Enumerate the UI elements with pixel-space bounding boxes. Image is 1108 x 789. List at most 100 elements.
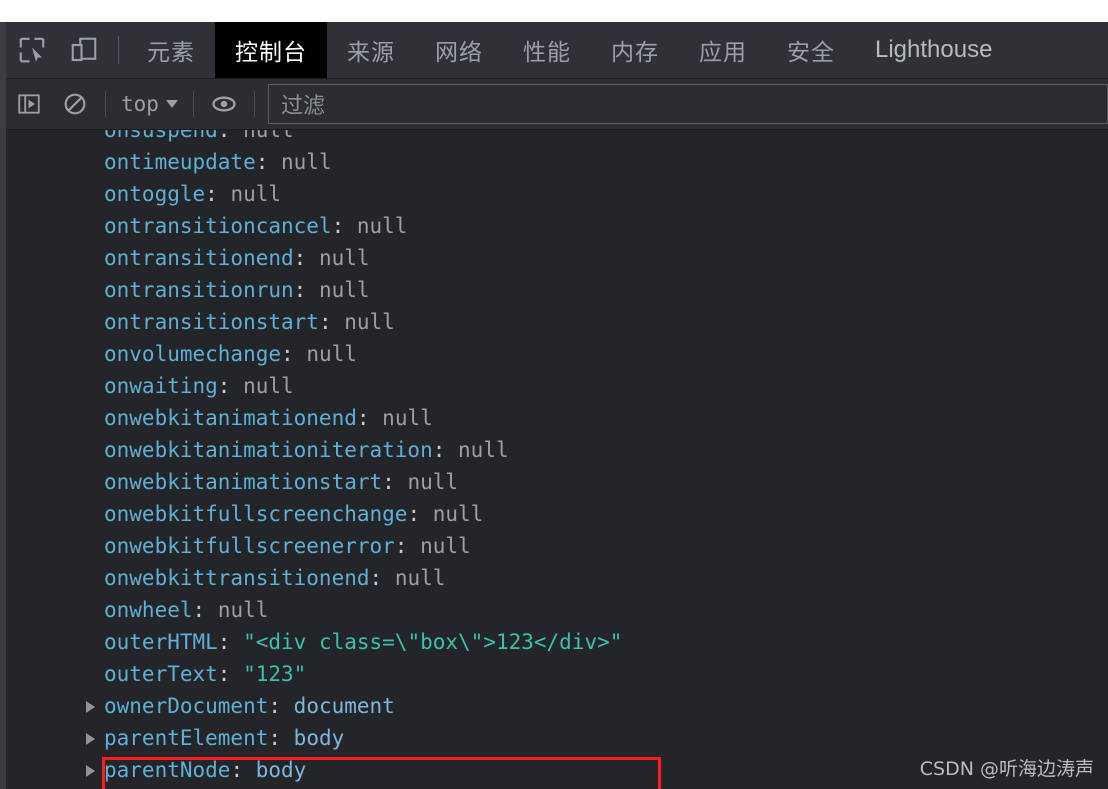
console-filter-placeholder: 过滤 bbox=[280, 94, 325, 119]
console-property-row[interactable]: ontransitionstart: null bbox=[6, 306, 1108, 338]
property-value: body bbox=[293, 726, 345, 750]
property-value: null bbox=[394, 566, 446, 590]
property-key: ontransitionstart bbox=[104, 310, 319, 334]
property-key: ontransitioncancel bbox=[104, 214, 332, 238]
console-toolbar-divider-2 bbox=[192, 91, 194, 117]
live-expression-eye-icon[interactable] bbox=[201, 79, 247, 129]
property-colon: : bbox=[217, 130, 244, 142]
console-property-row[interactable]: onwebkittransitionend: null bbox=[6, 562, 1108, 594]
inspect-element-icon[interactable] bbox=[6, 22, 58, 78]
chevron-down-icon bbox=[165, 100, 178, 108]
property-value: document bbox=[293, 694, 395, 718]
tab-application[interactable]: 应用 bbox=[679, 22, 767, 78]
console-sidebar-icon[interactable] bbox=[6, 79, 52, 129]
property-key: parentNode bbox=[104, 758, 231, 782]
tabbar-divider bbox=[118, 36, 119, 64]
tab-lighthouse[interactable]: Lighthouse bbox=[855, 22, 1012, 78]
property-colon: : bbox=[281, 342, 307, 366]
console-property-row[interactable]: outerHTML: "<div class=\"box\">123</div>… bbox=[6, 626, 1108, 658]
property-value: "<div class=\"box\">123</div>" bbox=[243, 630, 623, 654]
tab-memory[interactable]: 内存 bbox=[591, 22, 679, 78]
device-toolbar-icon[interactable] bbox=[58, 22, 110, 78]
property-value: null bbox=[243, 130, 294, 142]
console-property-row[interactable]: onvolumechange: null bbox=[6, 338, 1108, 370]
property-colon: : bbox=[217, 662, 244, 686]
page-viewport-strip bbox=[0, 0, 1108, 22]
property-value: null bbox=[318, 278, 370, 302]
console-property-row[interactable]: ontimeupdate: null bbox=[6, 146, 1108, 178]
property-key: ontransitionend bbox=[104, 246, 294, 270]
console-property-row[interactable]: parentElement: body bbox=[6, 722, 1108, 754]
property-value: null bbox=[230, 182, 282, 206]
property-colon: : bbox=[205, 182, 231, 206]
console-property-row[interactable]: onwebkitanimationiteration: null bbox=[6, 434, 1108, 466]
property-colon: : bbox=[217, 374, 244, 398]
tab-elements[interactable]: 元素 bbox=[127, 22, 215, 78]
tab-sources[interactable]: 来源 bbox=[327, 22, 415, 78]
property-colon: : bbox=[407, 502, 433, 526]
console-toolbar-divider-3 bbox=[253, 91, 255, 117]
property-colon: : bbox=[230, 758, 256, 782]
console-property-row[interactable]: onwebkitanimationend: null bbox=[6, 402, 1108, 434]
console-property-row[interactable]: onwheel: null bbox=[6, 594, 1108, 626]
tab-security[interactable]: 安全 bbox=[767, 22, 855, 78]
property-value: null bbox=[217, 598, 269, 622]
expand-triangle-icon[interactable] bbox=[86, 765, 95, 777]
console-property-row[interactable]: onwaiting: null bbox=[6, 370, 1108, 402]
tab-network[interactable]: 网络 bbox=[415, 22, 503, 78]
tab-performance[interactable]: 性能 bbox=[503, 22, 591, 78]
console-property-row[interactable]: ontoggle: null bbox=[6, 178, 1108, 210]
console-property-row[interactable]: onwebkitfullscreenerror: null bbox=[6, 530, 1108, 562]
console-filter-input[interactable]: 过滤 bbox=[267, 84, 1108, 124]
console-property-row[interactable]: onsuspend: null bbox=[6, 130, 1108, 146]
property-value: null bbox=[344, 310, 395, 334]
property-colon: : bbox=[318, 310, 345, 334]
devtools-tabbar: 元素 控制台 来源 网络 性能 内存 应用 安全 Lighthouse bbox=[6, 22, 1108, 79]
property-key: onwebkitanimationend bbox=[104, 406, 357, 430]
property-value: null bbox=[420, 534, 471, 558]
property-colon: : bbox=[268, 726, 294, 750]
property-key: ownerDocument bbox=[104, 694, 269, 718]
console-property-row[interactable]: onwebkitanimationstart: null bbox=[6, 466, 1108, 498]
devtools-panel: 元素 控制台 来源 网络 性能 内存 应用 安全 Lighthouse top bbox=[0, 0, 1108, 789]
console-log-list: onsuspend: null ontimeupdate: null ontoggl… bbox=[6, 130, 1108, 786]
property-key: ontoggle bbox=[104, 182, 206, 206]
property-key: onwaiting bbox=[104, 374, 218, 398]
clear-console-icon[interactable] bbox=[52, 79, 98, 129]
property-colon: : bbox=[369, 566, 395, 590]
property-colon: : bbox=[356, 406, 383, 430]
property-key: onwebkitfullscreenerror bbox=[104, 534, 395, 558]
property-value: null bbox=[356, 214, 408, 238]
property-key: onwebkitfullscreenchange bbox=[104, 502, 408, 526]
property-colon: : bbox=[268, 694, 294, 718]
property-key: onwheel bbox=[104, 598, 193, 622]
expand-triangle-icon[interactable] bbox=[86, 701, 95, 713]
console-output[interactable]: onsuspend: null ontimeupdate: null ontoggl… bbox=[6, 130, 1108, 789]
property-key: ontimeupdate bbox=[104, 150, 256, 174]
property-colon: : bbox=[192, 598, 218, 622]
execution-context-selector[interactable]: top bbox=[113, 92, 186, 116]
property-key: onwebkittransitionend bbox=[104, 566, 370, 590]
property-value: null bbox=[281, 150, 332, 174]
property-value: null bbox=[432, 502, 484, 526]
console-property-row[interactable]: onwebkitfullscreenchange: null bbox=[6, 498, 1108, 530]
property-key: outerHTML bbox=[104, 630, 218, 654]
property-key: onwebkitanimationstart bbox=[104, 470, 383, 494]
console-property-row[interactable]: ontransitionrun: null bbox=[6, 274, 1108, 306]
property-value: null bbox=[382, 406, 433, 430]
console-property-row[interactable]: outerText: "123" bbox=[6, 658, 1108, 690]
console-toolbar: top 过滤 bbox=[6, 79, 1108, 130]
property-colon: : bbox=[394, 534, 421, 558]
console-property-row[interactable]: ontransitioncancel: null bbox=[6, 210, 1108, 242]
watermark: CSDN @听海边涛声 bbox=[919, 758, 1094, 780]
property-colon: : bbox=[293, 246, 319, 270]
property-colon: : bbox=[432, 438, 459, 462]
console-property-row[interactable]: ownerDocument: document bbox=[6, 690, 1108, 722]
property-colon: : bbox=[293, 278, 319, 302]
tab-console[interactable]: 控制台 bbox=[215, 22, 327, 78]
property-key: onsuspend bbox=[104, 130, 218, 142]
property-value: null bbox=[243, 374, 294, 398]
property-key: parentElement bbox=[104, 726, 269, 750]
expand-triangle-icon[interactable] bbox=[86, 733, 95, 745]
console-property-row[interactable]: ontransitionend: null bbox=[6, 242, 1108, 274]
